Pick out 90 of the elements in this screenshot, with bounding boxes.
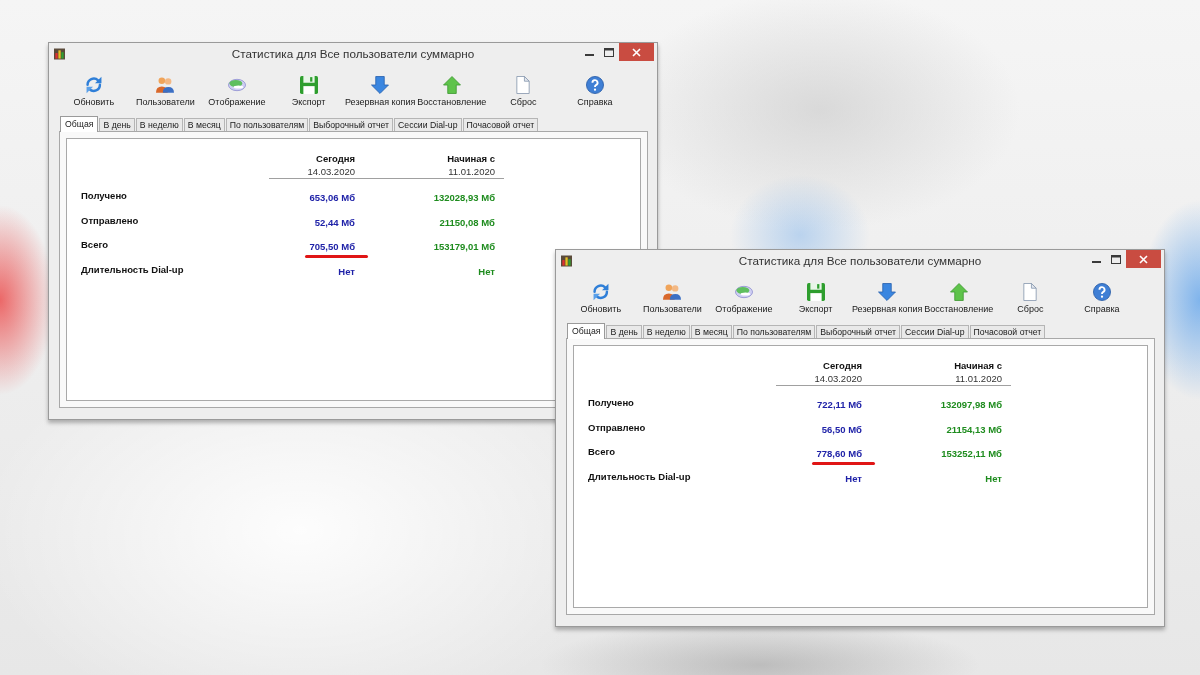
view-button[interactable]: Отображение	[208, 75, 266, 108]
tab[interactable]: По пользователям	[225, 118, 309, 131]
restore-button[interactable]: Восстановление	[417, 75, 487, 108]
tab[interactable]: Почасовой отчет	[462, 118, 539, 131]
refresh-button[interactable]: Обновить	[580, 282, 622, 315]
window-title: Статистика для Все пользователи суммарно	[738, 254, 982, 267]
people-icon	[156, 76, 175, 94]
tab[interactable]: Почасовой отчет	[969, 325, 1046, 338]
down-arrow-icon	[878, 283, 897, 301]
table-cell: 52,44 Мб	[314, 216, 355, 228]
export-button[interactable]: Экспорт	[798, 282, 833, 315]
bar-chart-icon	[54, 47, 65, 60]
help-icon	[1092, 283, 1111, 301]
table-cell: 778,60 Мб	[816, 448, 862, 460]
disc-icon	[734, 283, 753, 301]
reset-button[interactable]: Сброс	[1017, 282, 1044, 315]
table-cell: 153252,11 Мб	[941, 448, 1002, 460]
tab[interactable]: Выборочный отчет	[309, 118, 394, 131]
users-button[interactable]: Пользователи	[136, 75, 195, 108]
tab[interactable]: В неделю	[135, 118, 183, 131]
table-cell: 21154,13 Мб	[946, 423, 1002, 435]
column-header: Сегодня	[822, 359, 862, 372]
maximize-icon	[1111, 254, 1121, 264]
column-date: 11.01.2020	[447, 165, 495, 178]
close-icon	[1139, 254, 1148, 264]
users-button[interactable]: Пользователи	[643, 282, 702, 315]
down-arrow-icon	[371, 76, 390, 94]
table-cell: 705,50 Мб	[309, 241, 355, 253]
tab[interactable]: По пользователям	[732, 325, 816, 338]
minimize-icon	[584, 54, 594, 56]
table-cell: 722,11 Мб	[817, 399, 862, 411]
backup-button[interactable]: Резервная копия	[344, 75, 416, 108]
tab[interactable]: В день	[606, 325, 642, 338]
reset-button[interactable]: Сброс	[510, 75, 537, 108]
help-icon	[585, 76, 604, 94]
tab[interactable]: В месяц	[690, 325, 732, 338]
backup-button[interactable]: Резервная копия	[851, 282, 923, 315]
bar-chart-icon	[561, 254, 572, 267]
people-icon	[663, 283, 682, 301]
table-cell: 132097,98 Мб	[940, 399, 1002, 411]
tab[interactable]: В день	[99, 118, 135, 131]
table-cell: Нет	[478, 265, 495, 277]
document-icon	[514, 76, 533, 94]
tab[interactable]: Общая	[567, 323, 606, 339]
row-label: Длительность Dial-up	[588, 469, 691, 484]
row-label: Отправлено	[81, 213, 139, 228]
row-label: Всего	[81, 238, 109, 252]
column-header: Начиная с	[953, 359, 1002, 372]
tab[interactable]: Выборочный отчет	[816, 325, 901, 338]
table-cell: 56,50 Мб	[821, 423, 862, 435]
table-cell: 153179,01 Мб	[433, 241, 495, 253]
up-arrow-icon	[949, 283, 968, 301]
help-button[interactable]: Справка	[577, 75, 613, 108]
column-date: 14.03.2020	[306, 165, 355, 178]
row-label: Получено	[588, 396, 634, 410]
view-button[interactable]: Отображение	[715, 282, 773, 315]
restore-button[interactable]: Восстановление	[924, 282, 994, 315]
help-button[interactable]: Справка	[1084, 282, 1120, 315]
table-cell: 21150,08 Мб	[439, 216, 495, 228]
column-date: 14.03.2020	[813, 372, 862, 385]
up-arrow-icon	[442, 76, 461, 94]
table-cell: 653,06 Мб	[309, 192, 355, 204]
close-button[interactable]	[619, 43, 654, 61]
document-icon	[1021, 283, 1040, 301]
row-label: Получено	[81, 189, 127, 203]
row-label: Всего	[588, 445, 616, 459]
tab[interactable]: В месяц	[183, 118, 225, 131]
tab[interactable]: В неделю	[642, 325, 690, 338]
disc-icon	[227, 76, 246, 94]
column-header: Начиная с	[446, 152, 495, 165]
export-button[interactable]: Экспорт	[291, 75, 326, 108]
refresh-icon	[84, 76, 103, 94]
table-cell: 132028,93 Мб	[433, 192, 495, 204]
window-title: Статистика для Все пользователи суммарно	[231, 47, 475, 60]
refresh-button[interactable]: Обновить	[73, 75, 115, 108]
tab[interactable]: Сессии Dial-up	[394, 118, 462, 131]
tab[interactable]: Сессии Dial-up	[901, 325, 969, 338]
minimize-icon	[1091, 261, 1101, 263]
close-button[interactable]	[1126, 250, 1161, 268]
close-icon	[632, 47, 641, 57]
row-label: Длительность Dial-up	[81, 262, 184, 277]
refresh-icon	[591, 283, 610, 301]
maximize-icon	[604, 47, 614, 57]
column-header: Сегодня	[315, 152, 355, 165]
row-label: Отправлено	[588, 420, 646, 435]
table-cell: Нет	[985, 472, 1002, 484]
table-cell: Нет	[845, 472, 862, 484]
tab[interactable]: Общая	[60, 116, 99, 132]
column-date: 11.01.2020	[954, 372, 1002, 385]
table-cell: Нет	[338, 265, 355, 277]
